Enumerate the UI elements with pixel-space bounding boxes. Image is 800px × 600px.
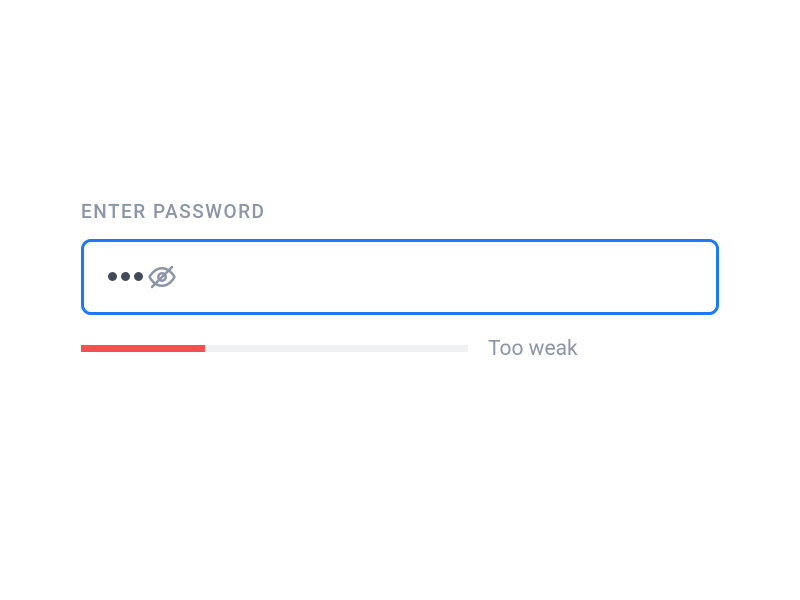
strength-row: Too weak (81, 337, 719, 361)
password-label: ENTER PASSWORD (81, 200, 719, 223)
strength-bar (81, 345, 468, 352)
eye-off-icon (147, 262, 177, 292)
strength-text: Too weak (488, 337, 578, 361)
password-widget: ENTER PASSWORD Too weak (81, 200, 719, 361)
strength-fill (81, 345, 205, 352)
password-input[interactable] (108, 272, 143, 281)
toggle-visibility-button[interactable] (143, 258, 181, 296)
password-input-wrapper[interactable] (81, 239, 719, 315)
